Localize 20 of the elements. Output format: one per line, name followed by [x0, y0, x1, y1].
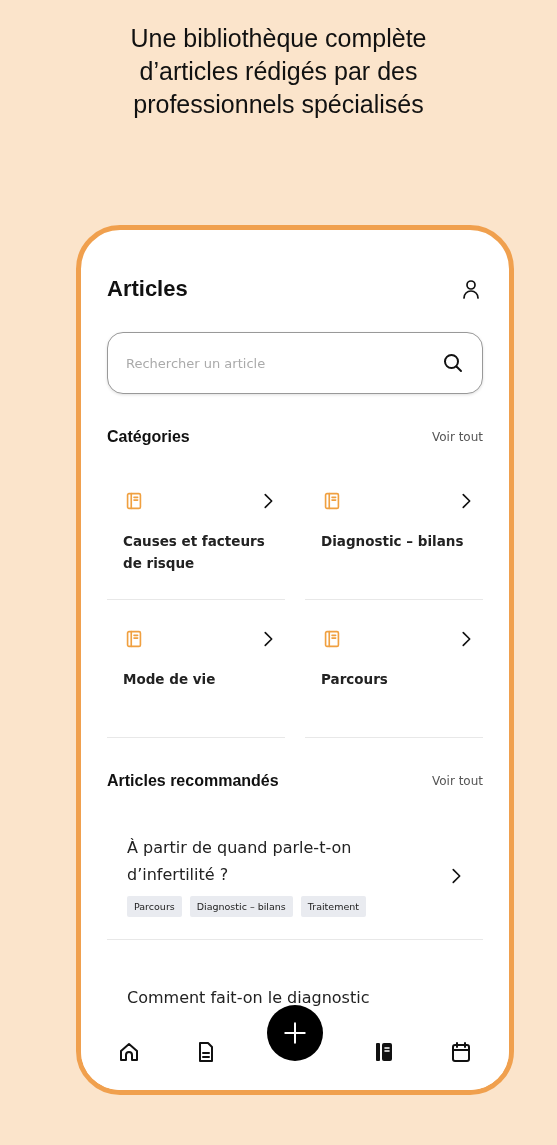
page-title: Articles [107, 276, 188, 302]
section-title: Catégories [107, 428, 190, 446]
section-title: Articles recommandés [107, 772, 279, 790]
see-all-link[interactable]: Voir tout [431, 774, 483, 788]
plus-icon [282, 1020, 308, 1046]
article-card[interactable]: À partir de quand parle-t-on d’infertilité ? Parcours Diagnostic – bilans Traitement [107, 812, 483, 940]
tag: Traitement [300, 896, 366, 917]
article-title: À partir de quand parle-t-on d’infertilité ? [127, 837, 353, 886]
category-label: Parcours [321, 670, 389, 689]
search-field[interactable]: Rechercher un article [107, 332, 483, 394]
search-icon[interactable] [441, 351, 465, 375]
headline: Une bibliothèque complète d’articles rédigés par des professionnels spécialisés [129, 23, 428, 120]
see-all-link[interactable]: Voir tout [431, 430, 483, 444]
category-label: Mode de vie [123, 670, 217, 689]
tag: Diagnostic – bilans [189, 896, 293, 917]
article-title: Comment fait-on le diagnostic [127, 987, 371, 1009]
category-label: Causes et facteurs de risque [123, 532, 266, 573]
add-button[interactable] [267, 1005, 323, 1061]
tag: Parcours [127, 896, 182, 917]
category-label: Diagnostic – bilans [321, 532, 465, 551]
